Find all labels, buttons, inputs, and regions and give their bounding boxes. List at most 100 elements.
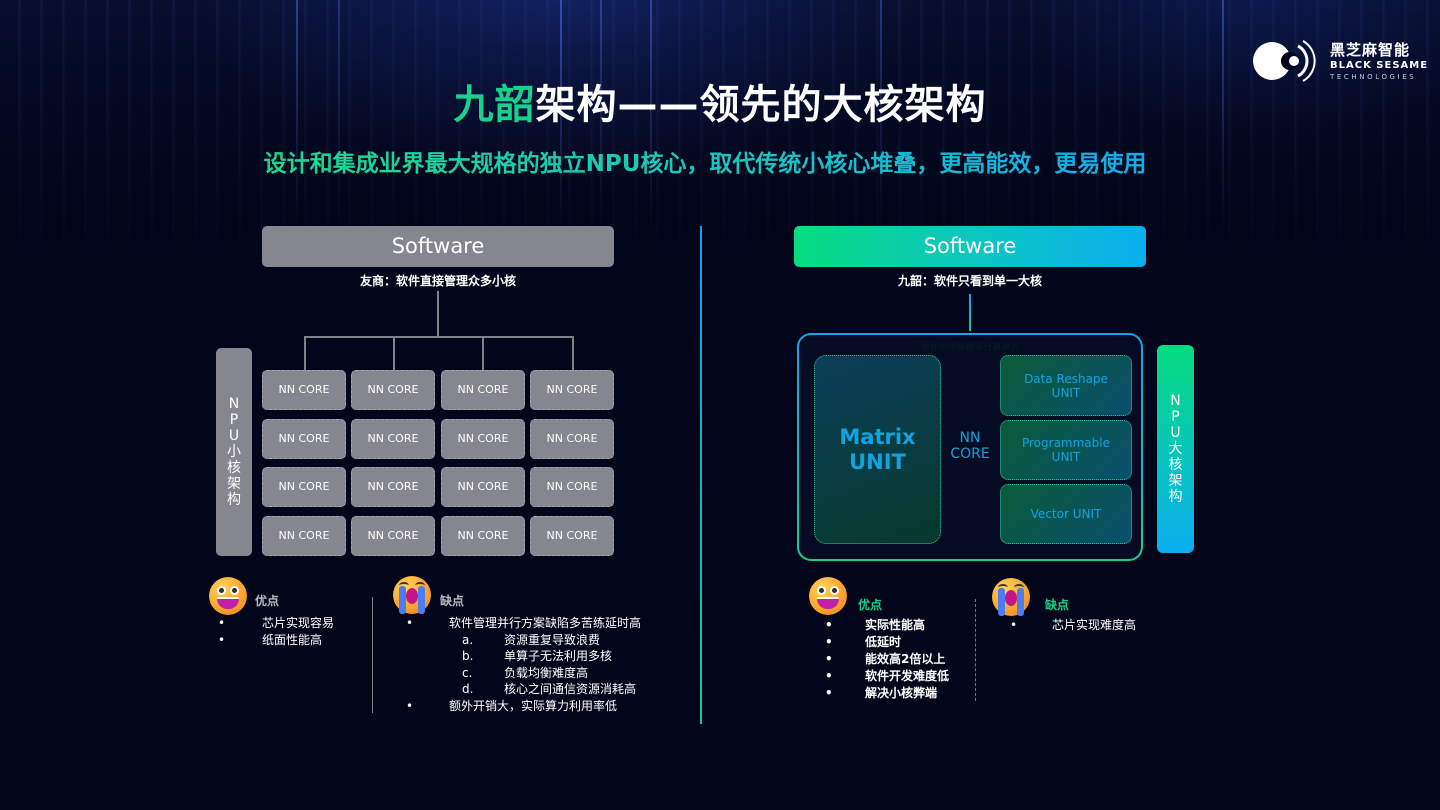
unit-label: UNIT [1051,385,1081,400]
vertical-label-char: U [1170,425,1181,441]
happy-face-icon [209,577,247,615]
logo-cn-text: 黑芝麻智能 [1330,40,1411,59]
left-pros-title: 优点 [255,594,280,608]
matrix-unit-label: Matrix [839,424,916,449]
list-item: • 低延时 [825,634,949,651]
hardware-note: 硬件协同管理多计算单元 [920,343,1020,353]
unit-label: Data Reshape [1024,371,1108,386]
left-caption: 友商：软件直接管理众多小核 [359,274,516,288]
matrix-unit-block: Matrix UNIT [814,355,941,544]
unit-label: Programmable [1021,436,1110,450]
title-highlight: 九韶 [453,82,536,128]
vertical-label-char: 大 [1168,441,1183,457]
connector-line [437,291,439,337]
matrix-unit-label: UNIT [849,449,906,474]
list-item: • 纸面性能高 [218,632,334,649]
npu-big-core-label: NPU大核架构 [1157,345,1194,553]
list-item-text: 芯片实现难度高 [1052,618,1137,632]
bullet-icon: • [825,635,833,649]
vertical-label-char: 构 [227,492,241,508]
bullet-icon: • [825,618,833,632]
vertical-label-char: U [228,428,240,444]
vertical-label-char: P [1171,409,1180,425]
bullet-icon: • [406,698,414,713]
vector-unit-block: Vector UNIT [1000,484,1132,544]
vertical-label-char: 核 [1168,457,1183,473]
list-item-text: 芯片实现容易 [262,616,335,630]
connector-line [572,336,574,370]
nn-core-block: NN CORE [262,516,346,556]
list-item: • 实际性能高 [825,617,949,634]
vertical-label-char: P [229,412,239,428]
nn-core-label-line: CORE [950,446,990,462]
bullet-icon: • [218,616,226,630]
crying-face-icon [393,576,431,614]
nn-core-block: NN CORE [351,419,435,459]
vertical-label-char: 构 [1168,489,1183,505]
nn-core-block: NN CORE [530,467,614,507]
right-pros-title: 优点 [858,598,883,612]
data-reshape-unit-block: Data Reshape UNIT [1000,355,1132,416]
center-divider [700,226,702,724]
nn-core-block: NN CORE [530,419,614,459]
right-software-block: Software [794,226,1146,267]
nn-core-block: NN CORE [441,370,525,410]
crying-face-icon [992,578,1030,616]
list-item-text: 低延时 [865,635,902,649]
programmable-unit-block: Programmable UNIT [1000,420,1132,480]
right-caption: 九韶：软件只看到单一大核 [897,274,1042,288]
unit-label: UNIT [1051,450,1081,464]
sub-item-text: 负载均衡难度高 [504,665,589,680]
list-item-text: 纸面性能高 [262,632,323,647]
divider [372,597,373,713]
sub-item-marker: c. [462,665,473,680]
nn-core-label: NN CORE [945,430,995,462]
happy-face-icon [809,577,847,615]
vertical-label-char: 架 [227,476,241,492]
list-item: • 软件开发难度低 [825,668,949,685]
title-rest: 架构——领先的大核架构 [535,82,987,128]
sub-item-marker: d. [462,682,474,696]
left-cons-title: 缺点 [440,594,465,608]
list-item: • 芯片实现难度高 [1010,617,1136,634]
connector-line [482,336,484,370]
list-item-text: 额外开销大，实际算力利用率低 [449,698,618,713]
list-item-text: 实际性能高 [865,618,926,632]
list-item: • 解决小核弊端 [825,685,949,702]
nn-core-block: NN CORE [262,419,346,459]
nn-core-block: NN CORE [441,419,525,459]
sub-list-item: c. 负载均衡难度高 [406,665,641,682]
bullet-icon: • [825,669,833,683]
nn-core-block: NN CORE [530,370,614,410]
list-item-text: 解决小核弊端 [865,686,938,700]
sub-list-item: d. 核心之间通信资源消耗高 [406,681,641,698]
vertical-label-char: 小 [227,444,241,460]
bullet-icon: • [218,632,226,647]
right-cons-title: 缺点 [1045,598,1070,612]
right-pros-list: • 实际性能高 • 低延时 • 能效高2倍以上 • 软件开发难度低 • 解决小核弊端 [825,617,949,702]
vertical-label-char: 架 [1168,473,1183,489]
sub-item-marker: a. [462,632,474,647]
sub-list-item: a. 资源重复导致浪费 [406,632,641,649]
page-title: 九韶架构——领先的大核架构 [0,72,1440,130]
left-pros-list: • 芯片实现容易 • 纸面性能高 [218,615,334,648]
nn-core-block: NN CORE [351,467,435,507]
sub-item-marker: b. [462,649,474,663]
sub-list-item: b. 单算子无法利用多核 [406,648,641,665]
vertical-label-char: N [1170,393,1181,409]
nn-core-block: NN CORE [351,370,435,410]
nn-core-block: NN CORE [262,370,346,410]
list-item-text: 软件开发难度低 [865,669,950,683]
npu-small-core-label: NPU小核架构 [216,348,252,556]
sub-item-text: 资源重复导致浪费 [504,632,601,647]
divider [975,599,976,701]
connector-line [304,336,306,370]
right-cons-list: • 芯片实现难度高 [1010,617,1136,634]
list-item: • 能效高2倍以上 [825,651,949,668]
unit-label: Vector UNIT [1030,507,1102,521]
nn-core-block: NN CORE [262,467,346,507]
list-item-text: 软件管理并行方案缺陷多苦练延时高 [449,616,642,630]
list-item: • 芯片实现容易 [218,615,334,632]
connector-line [393,336,395,370]
list-item: • 软件管理并行方案缺陷多苦练延时高 [406,615,641,632]
